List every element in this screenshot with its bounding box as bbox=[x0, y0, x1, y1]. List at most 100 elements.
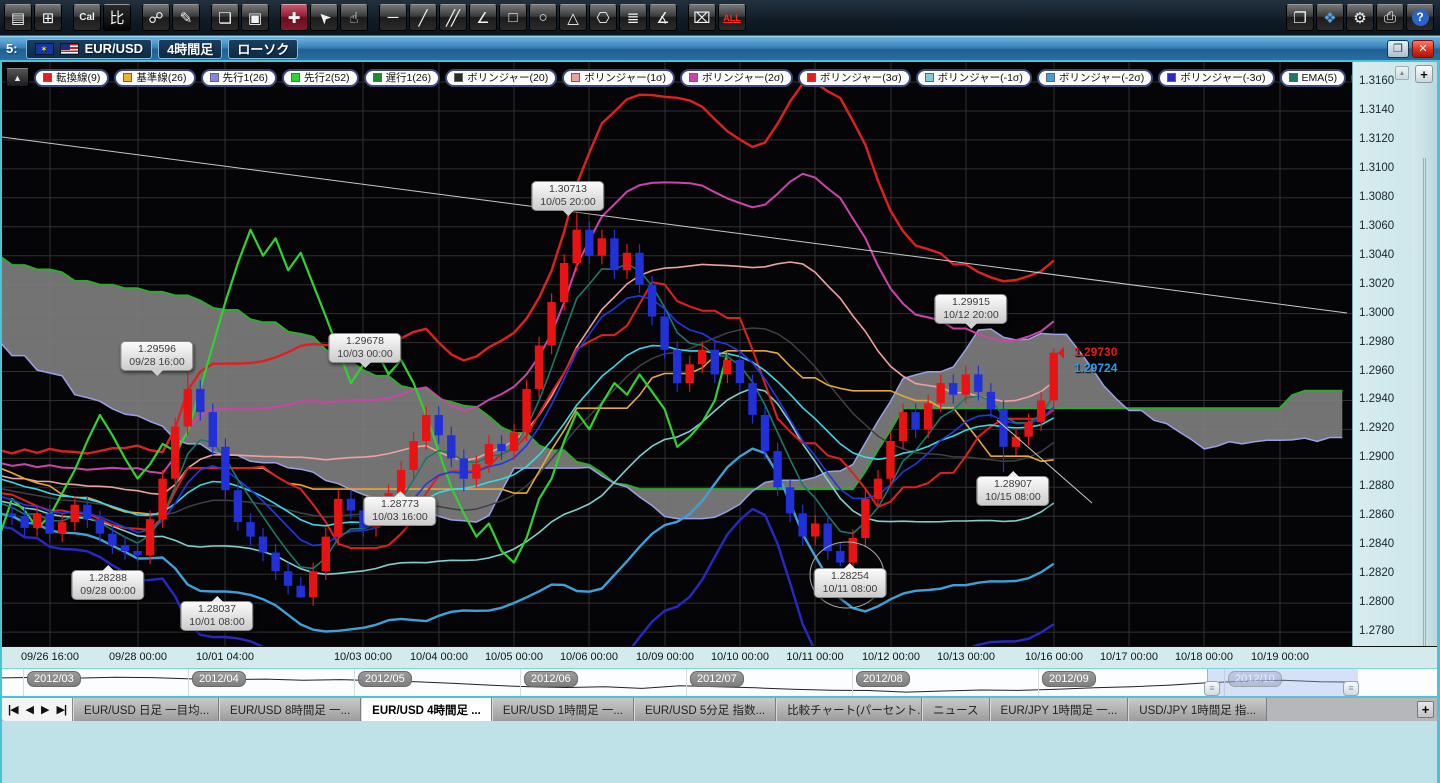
price-annotation[interactable]: 1.2825410/11 08:00 bbox=[814, 568, 887, 598]
legend-pill[interactable]: EMA(5) bbox=[1280, 69, 1347, 87]
legend-pill[interactable]: ボリンジャー(3σ) bbox=[798, 69, 911, 87]
price-annotation[interactable]: 1.2803710/01 08:00 bbox=[180, 601, 253, 631]
chart-tab[interactable]: EUR/JPY 1時間足 一... bbox=[990, 698, 1129, 721]
tab-scroll-arrow-0[interactable]: |◀ bbox=[8, 703, 18, 716]
legend-pill[interactable]: 遅行1(26) bbox=[364, 69, 441, 87]
print-icon[interactable]: ⎙ bbox=[1376, 4, 1404, 31]
chart-window-titlebar[interactable]: 5: ✶ EUR/USD 4時間足 ローソク ❐ ✕ bbox=[0, 36, 1440, 62]
legend-pill[interactable]: ボリンジャー(20) bbox=[445, 69, 557, 87]
fan-lines-icon[interactable]: ∡ bbox=[649, 4, 677, 31]
legend-pill[interactable]: 先行2(52) bbox=[282, 69, 359, 87]
legend-pill[interactable]: 基準線(26) bbox=[114, 69, 195, 87]
trend-line-icon[interactable]: ╱ bbox=[409, 4, 437, 31]
crosshair-glyph: ✚ bbox=[288, 9, 301, 27]
legend-collapse-button[interactable]: ▲ bbox=[6, 68, 29, 87]
price-axis[interactable]: 1.31601.31401.31201.31001.30801.30601.30… bbox=[1352, 62, 1412, 708]
close-window-button[interactable]: ✕ bbox=[1412, 40, 1434, 58]
price-annotation[interactable]: 1.2959609/28 16:00 bbox=[120, 341, 193, 371]
new-chart-icon[interactable]: ⊞ bbox=[34, 4, 62, 31]
triangle-icon[interactable]: △ bbox=[559, 4, 587, 31]
annotation-time: 10/01 08:00 bbox=[189, 616, 244, 629]
chart-tab[interactable]: EUR/USD 日足 一目均... bbox=[73, 698, 219, 721]
settings-gear-icon[interactable]: ⚙ bbox=[1346, 4, 1374, 31]
legend-pill[interactable]: ボリンジャー(1σ) bbox=[562, 69, 675, 87]
parallel-lines-icon[interactable]: ╱╱ bbox=[439, 4, 467, 31]
compare-glyph: 比 bbox=[109, 7, 124, 28]
symbol-label: EUR/USD bbox=[85, 41, 144, 56]
timeframe-selector[interactable]: 4時間足 bbox=[158, 39, 222, 59]
help-icon[interactable]: ? bbox=[1406, 4, 1434, 31]
price-annotation[interactable]: 1.3071310/05 20:00 bbox=[531, 181, 604, 211]
fib-lines-icon[interactable]: ≣ bbox=[619, 4, 647, 31]
navigator-month-label: 2012/04 bbox=[192, 671, 246, 687]
zoom-in-button[interactable]: + bbox=[1415, 65, 1433, 83]
indicator-settings-icon[interactable]: ☍ bbox=[142, 4, 170, 31]
chart-tab[interactable]: EUR/USD 8時間足 一... bbox=[219, 698, 361, 721]
calendar-icon[interactable]: Cal bbox=[73, 4, 101, 31]
price-annotation[interactable]: 1.2991510/12 20:00 bbox=[934, 294, 1007, 324]
legend-pill[interactable]: ボリンジャー(-1σ) bbox=[916, 69, 1032, 87]
legend-swatch-icon bbox=[291, 73, 300, 82]
legend-pill[interactable]: EMA(10) bbox=[1351, 69, 1352, 87]
hand-icon[interactable]: ☝ bbox=[340, 4, 368, 31]
chart-tab[interactable]: EUR/USD 5分足 指数... bbox=[634, 698, 776, 721]
chart-template-icon[interactable]: ❏ bbox=[211, 4, 239, 31]
price-annotation[interactable]: 1.2967810/03 00:00 bbox=[328, 333, 401, 363]
ellipse-icon[interactable]: ○ bbox=[529, 4, 557, 31]
erase-all-icon[interactable]: ALL bbox=[718, 4, 746, 31]
symbol-panel[interactable]: ✶ EUR/USD bbox=[26, 39, 153, 59]
price-annotation[interactable]: 1.2890710/15 08:00 bbox=[976, 476, 1049, 506]
legend-pill[interactable]: 先行1(26) bbox=[201, 69, 278, 87]
rectangle-icon[interactable]: □ bbox=[499, 4, 527, 31]
tab-scroll-arrow-1[interactable]: ◀ bbox=[26, 703, 33, 716]
chart-tab[interactable]: EUR/USD 4時間足 ... bbox=[361, 698, 492, 721]
price-axis-tick: 1.3080 bbox=[1359, 191, 1394, 203]
chart-list-icon[interactable]: ▤ bbox=[4, 4, 32, 31]
eraser-icon[interactable]: ⌧ bbox=[688, 4, 716, 31]
timeline-navigator[interactable]: 2012/032012/042012/052012/062012/072012/… bbox=[2, 668, 1437, 696]
tab-scroll-arrow-2[interactable]: ▶ bbox=[41, 703, 48, 716]
chart-tab[interactable]: 比較チャート(パーセント... bbox=[776, 698, 922, 721]
legend-pill[interactable]: ボリンジャー(-2σ) bbox=[1037, 69, 1153, 87]
annotation-time: 10/05 20:00 bbox=[540, 196, 595, 209]
save-icon[interactable]: ▣ bbox=[241, 4, 269, 31]
legend-pill[interactable]: 転換線(9) bbox=[34, 69, 109, 87]
tab-scroll-arrow-3[interactable]: ▶| bbox=[56, 703, 66, 716]
parallel-lines-glyph: ╱╱ bbox=[446, 9, 456, 27]
scrollbar-track[interactable] bbox=[1423, 158, 1426, 718]
legend-label: ボリンジャー(3σ) bbox=[820, 70, 902, 85]
horizontal-line-icon[interactable]: ─ bbox=[379, 4, 407, 31]
price-annotation[interactable]: 1.2828809/28 00:00 bbox=[71, 570, 144, 600]
selection-left-handle[interactable]: ≡ bbox=[1204, 681, 1220, 696]
legend-label: 先行2(52) bbox=[304, 70, 350, 85]
add-chart-tab-button[interactable]: + bbox=[1417, 701, 1434, 718]
selection-right-handle[interactable]: ≡ bbox=[1343, 681, 1359, 696]
price-axis-tick: 1.3000 bbox=[1359, 307, 1394, 319]
cursor-icon[interactable]: ➤ bbox=[310, 4, 338, 31]
draw-pencil-icon[interactable]: ✎ bbox=[172, 4, 200, 31]
annotation-time: 10/03 16:00 bbox=[372, 511, 427, 524]
crosshair-icon[interactable]: ✚ bbox=[280, 4, 308, 31]
legend-swatch-icon bbox=[925, 73, 934, 82]
compare-icon[interactable]: 比 bbox=[103, 4, 131, 31]
price-annotation[interactable]: 1.2877310/03 16:00 bbox=[363, 496, 436, 526]
legend-pill[interactable]: ボリンジャー(2σ) bbox=[680, 69, 793, 87]
time-axis[interactable]: 09/26 16:0009/28 00:0010/01 04:0010/03 0… bbox=[2, 646, 1437, 668]
legend-pill[interactable]: ボリンジャー(-3σ) bbox=[1158, 69, 1274, 87]
window-copy-icon[interactable]: ❐ bbox=[1286, 4, 1314, 31]
price-chart-area[interactable]: ▲転換線(9)基準線(26)先行1(26)先行2(52)遅行1(26)ボリンジャ… bbox=[2, 62, 1352, 708]
time-axis-tick: 10/19 00:00 bbox=[1251, 651, 1309, 663]
chart-tab[interactable]: EUR/USD 1時間足 一... bbox=[492, 698, 634, 721]
polygon-icon[interactable]: ⎔ bbox=[589, 4, 617, 31]
window-expand-icon[interactable]: ❖ bbox=[1316, 4, 1344, 31]
angle-line-icon[interactable]: ∠ bbox=[469, 4, 497, 31]
chart-tab[interactable]: USD/JPY 1時間足 指... bbox=[1128, 698, 1267, 721]
chart-type-selector[interactable]: ローソク bbox=[228, 39, 298, 59]
chart-tab[interactable]: ニュース bbox=[922, 698, 989, 721]
new-chart-glyph: ⊞ bbox=[42, 9, 55, 27]
time-axis-tick: 10/11 00:00 bbox=[786, 651, 843, 663]
restore-window-button[interactable]: ❐ bbox=[1387, 40, 1409, 58]
axis-scroll-up-button[interactable]: ▲ bbox=[1395, 66, 1409, 80]
month-separator bbox=[852, 669, 853, 697]
vertical-scrollbar[interactable]: + ≡ − bbox=[1412, 62, 1437, 708]
